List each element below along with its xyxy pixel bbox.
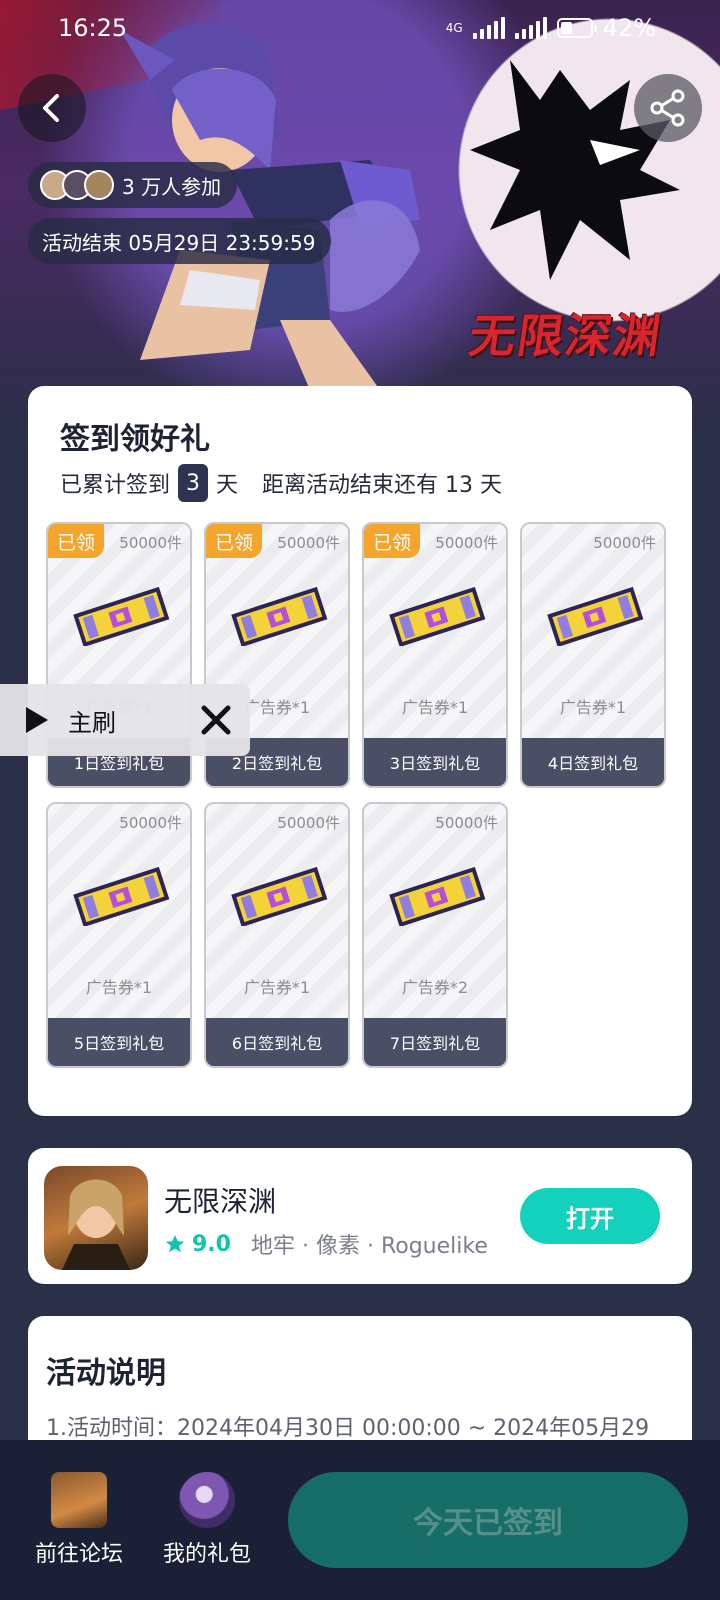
gift-card[interactable]: 50000件广告券*1 5日签到礼包 (46, 802, 192, 1068)
gift-name: 3日签到礼包 (364, 738, 506, 786)
ad-ticket-icon (73, 866, 170, 926)
status-bar: 16:25 4G 42% (0, 0, 720, 56)
game-name: 无限深渊 (164, 1185, 277, 1218)
participants-chip: 3 万人参加 (28, 162, 238, 208)
gift-name: 5日签到礼包 (48, 1018, 190, 1066)
claimed-badge: 已领 (48, 524, 104, 558)
game-card[interactable]: 无限深渊 9.0 地牢 · 像素 · Roguelike 打开 (28, 1148, 692, 1284)
ad-ticket-icon (547, 586, 644, 646)
float-widget[interactable]: 主刷 (0, 684, 250, 756)
gift-name: 6日签到礼包 (206, 1018, 348, 1066)
ad-ticket-icon (231, 866, 328, 926)
network-label: 4G (445, 21, 463, 35)
forum-button[interactable]: 前往论坛 (24, 1472, 134, 1568)
share-icon (650, 89, 685, 127)
close-icon[interactable] (198, 702, 234, 738)
gift-stock: 50000件 (593, 534, 656, 552)
game-logo-art: 无限深渊 (465, 309, 666, 363)
gift-stock: 50000件 (435, 534, 498, 552)
open-game-button[interactable]: 打开 (520, 1188, 660, 1244)
game-icon (44, 1166, 148, 1270)
gift-stock: 50000件 (277, 814, 340, 832)
gift-reward: 广告券*1 (401, 698, 469, 717)
game-meta: 9.0 地牢 · 像素 · Roguelike (164, 1228, 488, 1260)
claimed-badge: 已领 (364, 524, 420, 558)
days-signed-badge: 3 (178, 464, 209, 502)
play-icon[interactable] (24, 705, 50, 735)
gift-avatar (179, 1472, 235, 1528)
gift-reward: 广告券*1 (559, 698, 627, 717)
gift-reward: 广告券*2 (401, 978, 469, 997)
signed-today-button[interactable]: 今天已签到 (288, 1472, 688, 1568)
back-arrow-icon (43, 94, 59, 122)
my-gifts-label: 我的礼包 (162, 1542, 251, 1567)
gift-stock: 50000件 (119, 814, 182, 832)
gift-name: 4日签到礼包 (522, 738, 664, 786)
checkin-title: 签到领好礼 (60, 422, 210, 457)
hero-character-art (120, 22, 420, 390)
gift-stock: 50000件 (277, 534, 340, 552)
gift-reward: 广告券*1 (85, 978, 153, 997)
status-time: 16:25 (58, 14, 128, 42)
ad-ticket-icon (231, 586, 328, 646)
game-tags: 地牢 · 像素 · Roguelike (250, 1234, 488, 1259)
remaining-days: 距离活动结束还有 13 天 (262, 473, 503, 498)
forum-label: 前往论坛 (34, 1542, 123, 1567)
my-gifts-button[interactable]: 我的礼包 (152, 1472, 262, 1568)
hero-banner: 无限深渊 (0, 0, 720, 420)
gift-stock: 50000件 (435, 814, 498, 832)
ad-ticket-icon (73, 586, 170, 646)
claimed-badge: 已领 (206, 524, 262, 558)
progress-prefix: 已累计签到 (60, 473, 171, 498)
gift-card[interactable]: 50000件广告券*1 4日签到礼包 (520, 522, 666, 788)
signal-icon (472, 17, 505, 39)
ad-ticket-icon (389, 586, 486, 646)
ad-ticket-icon (389, 866, 486, 926)
battery-percent: 42% (602, 14, 656, 42)
participant-avatars (40, 170, 114, 200)
battery-icon (556, 18, 597, 38)
bottom-bar: 前往论坛 我的礼包 今天已签到 (0, 1440, 720, 1600)
checkin-progress: 已累计签到 3 天 距离活动结束还有 13 天 (60, 464, 502, 502)
back-button[interactable] (18, 74, 86, 142)
rules-text: 1.活动时间：2024年04月30日 00:00:00 ~ 2024年05月29 (46, 1416, 650, 1441)
gift-stock: 50000件 (119, 534, 182, 552)
float-widget-label: 主刷 (68, 708, 116, 737)
battery-level (560, 22, 573, 34)
gift-reward: 广告券*1 (243, 978, 311, 997)
day-unit: 天 (216, 473, 239, 498)
gift-card[interactable]: 50000件广告券*1 6日签到礼包 (204, 802, 350, 1068)
status-icons: 4G 42% (446, 14, 656, 42)
rules-title: 活动说明 (46, 1356, 166, 1391)
gift-name: 7日签到礼包 (364, 1018, 506, 1066)
share-button[interactable] (634, 74, 702, 142)
end-time-text: 活动结束 05月29日 23:59:59 (42, 230, 316, 255)
gift-card[interactable]: 已领 50000件广告券*1 3日签到礼包 (362, 522, 508, 788)
participants-count: 3 万人参加 (122, 174, 222, 199)
end-time-chip: 活动结束 05月29日 23:59:59 (28, 218, 332, 264)
signal-icon-2 (514, 17, 547, 39)
game-rating: 9.0 (192, 1231, 231, 1257)
avatar (84, 170, 114, 200)
gift-card[interactable]: 50000件广告券*2 7日签到礼包 (362, 802, 508, 1068)
forum-thumbnail (51, 1472, 107, 1528)
star-icon (165, 1234, 185, 1253)
